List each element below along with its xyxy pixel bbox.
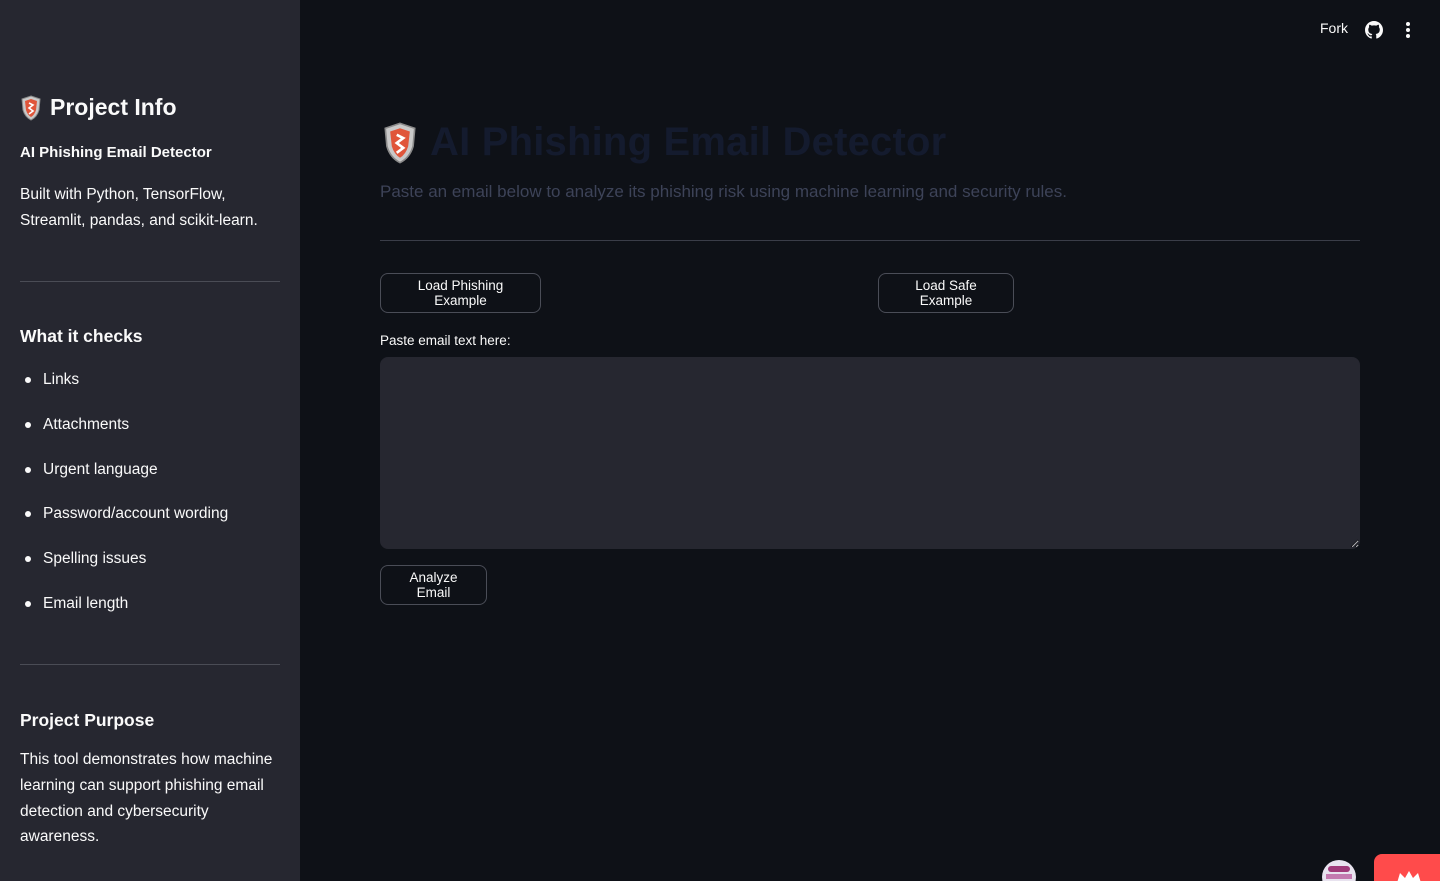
list-item: Password/account wording: [20, 500, 228, 545]
app-root: Project Info AI Phishing Email Detector …: [0, 0, 1440, 881]
sidebar-title: Project Info: [50, 94, 177, 120]
divider: [380, 240, 1360, 241]
page-subtitle: Paste an email below to analyze its phis…: [380, 182, 1067, 201]
sidebar: Project Info AI Phishing Email Detector …: [0, 0, 300, 881]
list-item: Links: [20, 366, 228, 411]
sidebar-title-row: Project Info: [20, 94, 177, 121]
creator-avatar[interactable]: [1322, 860, 1356, 881]
sidebar-built-with: Built with Python, TensorFlow, Streamlit…: [20, 186, 258, 229]
purpose-text: This tool demonstrates how machine learn…: [20, 751, 273, 846]
sidebar-divider: [20, 664, 280, 665]
checks-heading: What it checks: [20, 326, 143, 346]
list-item: Email length: [20, 590, 228, 635]
list-item: Attachments: [20, 411, 228, 456]
load-phishing-example-button[interactable]: Load Phishing Example: [380, 273, 541, 313]
checks-list: Links Attachments Urgent language Passwo…: [20, 366, 228, 635]
fork-button[interactable]: Fork: [1320, 20, 1348, 36]
sidebar-project-name: AI Phishing Email Detector: [20, 144, 212, 161]
purpose-heading: Project Purpose: [20, 710, 155, 730]
github-icon[interactable]: [1365, 21, 1383, 39]
shield-icon: [21, 94, 41, 121]
email-textarea-label: Paste email text here:: [380, 333, 511, 348]
email-textarea[interactable]: [380, 357, 1360, 549]
analyze-email-button[interactable]: Analyze Email: [380, 565, 487, 605]
list-item: Urgent language: [20, 456, 228, 501]
sidebar-divider: [20, 281, 280, 282]
list-item: Spelling issues: [20, 545, 228, 590]
page-title: AI Phishing Email Detector: [430, 120, 947, 164]
shield-icon: [384, 122, 416, 164]
more-vertical-icon[interactable]: [1399, 20, 1417, 40]
crown-icon: [1397, 871, 1421, 881]
page-title-row: AI Phishing Email Detector: [382, 120, 946, 165]
hosted-with-streamlit-badge[interactable]: [1374, 854, 1440, 881]
load-safe-example-button[interactable]: Load Safe Example: [878, 273, 1014, 313]
